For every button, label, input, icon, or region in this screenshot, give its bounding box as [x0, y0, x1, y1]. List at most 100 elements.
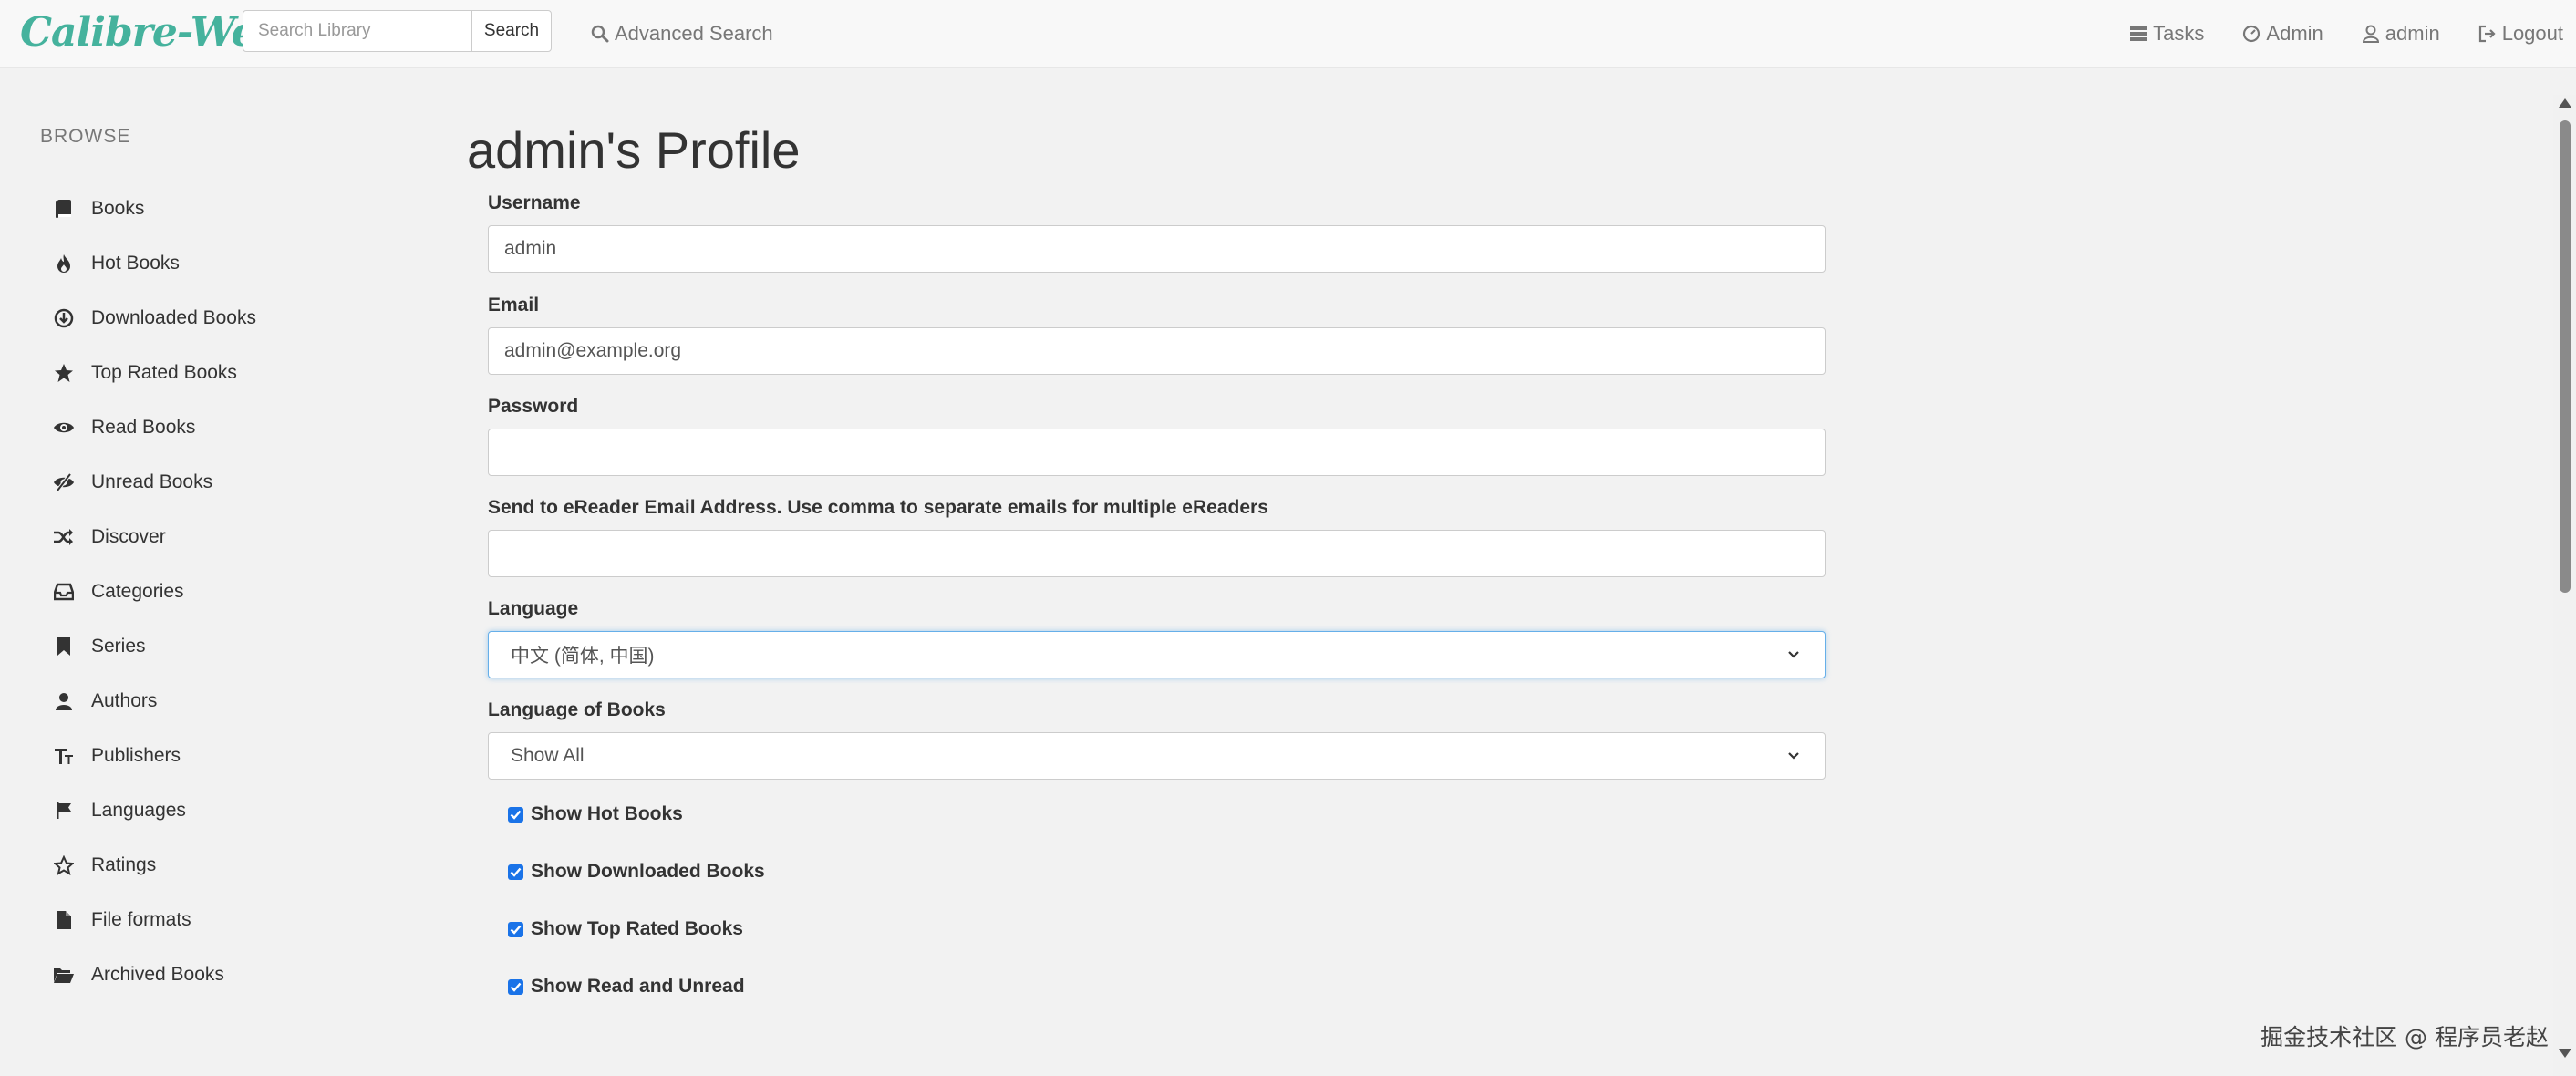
- scroll-up-arrow-icon[interactable]: [2559, 98, 2571, 108]
- checkbox-label: Show Downloaded Books: [531, 861, 765, 882]
- profile-form: admin's Profile Username Email Password …: [467, 69, 2519, 1076]
- sidebar-item-label: Hot Books: [91, 253, 180, 274]
- advanced-search-link[interactable]: Advanced Search: [591, 18, 773, 49]
- sidebar-item-label: Publishers: [91, 745, 181, 766]
- sidebar-item-authors[interactable]: Authors: [53, 674, 256, 729]
- sidebar-item-archived-books[interactable]: Archived Books: [53, 947, 256, 1002]
- show-top-rated-books-checkbox[interactable]: Show Top Rated Books: [508, 916, 743, 942]
- page-scrollbar[interactable]: [2553, 95, 2576, 1076]
- language-label: Language: [488, 598, 579, 619]
- user-label: admin: [2385, 22, 2440, 45]
- inbox-icon: [53, 583, 75, 601]
- sidebar-item-series[interactable]: Series: [53, 619, 256, 674]
- sidebar-item-categories[interactable]: Categories: [53, 564, 256, 619]
- logout-icon: [2478, 25, 2497, 43]
- text-size-icon: [53, 747, 75, 765]
- email-label: Email: [488, 295, 540, 316]
- top-navbar: Calibre-Web Search Advanced Search Tasks…: [0, 0, 2576, 68]
- sidebar-item-downloaded-books[interactable]: Downloaded Books: [53, 291, 256, 346]
- sidebar-item-publishers[interactable]: Publishers: [53, 729, 256, 783]
- dashboard-icon: [2242, 25, 2260, 43]
- folder-open-icon: [53, 966, 75, 984]
- flag-icon: [53, 802, 75, 820]
- sidebar-item-hot-books[interactable]: Hot Books: [53, 236, 256, 291]
- password-field[interactable]: [488, 429, 1826, 476]
- book-language-select-value: Show All: [511, 745, 585, 766]
- chevron-down-icon: [1785, 650, 1803, 659]
- user-icon: [2362, 25, 2380, 43]
- user-profile-link[interactable]: admin: [2362, 22, 2440, 46]
- sidebar-item-top-rated-books[interactable]: Top Rated Books: [53, 346, 256, 400]
- sidebar-item-label: Read Books: [91, 417, 196, 438]
- sidebar-item-discover[interactable]: Discover: [53, 510, 256, 564]
- tasks-label: Tasks: [2153, 22, 2205, 45]
- ereader-email-field[interactable]: [488, 530, 1826, 577]
- sidebar-item-label: Unread Books: [91, 471, 213, 492]
- checkbox-checked-icon[interactable]: [508, 921, 523, 937]
- checkbox-checked-icon[interactable]: [508, 806, 523, 823]
- chevron-down-icon: [1785, 751, 1803, 760]
- sidebar-item-label: Books: [91, 198, 145, 219]
- book-language-label: Language of Books: [488, 699, 666, 720]
- checkbox-checked-icon[interactable]: [508, 864, 523, 880]
- sidebar-item-label: Languages: [91, 800, 186, 821]
- show-read-and-unread-checkbox[interactable]: Show Read and Unread: [508, 974, 745, 999]
- eye-icon: [53, 419, 75, 436]
- checkbox-label: Show Read and Unread: [531, 976, 745, 997]
- scrollbar-thumb[interactable]: [2560, 120, 2571, 593]
- sidebar-item-label: File formats: [91, 909, 191, 930]
- credit-text: 掘金技术社区 @ 程序员老赵: [2260, 1024, 2549, 1050]
- sidebar-item-label: Ratings: [91, 854, 157, 875]
- password-label: Password: [488, 396, 579, 417]
- sidebar-item-label: Discover: [91, 526, 166, 547]
- sidebar-item-languages[interactable]: Languages: [53, 783, 256, 838]
- book-icon: [53, 199, 75, 219]
- sidebar-item-ratings[interactable]: Ratings: [53, 838, 256, 893]
- checkbox-label: Show Hot Books: [531, 803, 683, 824]
- language-select-value: 中文 (简体, 中国): [511, 646, 655, 667]
- show-downloaded-books-checkbox[interactable]: Show Downloaded Books: [508, 859, 765, 885]
- sidebar-item-label: Series: [91, 636, 146, 657]
- scroll-down-arrow-icon[interactable]: [2559, 1049, 2571, 1058]
- shuffle-icon: [53, 528, 75, 546]
- sidebar: BROWSE Books Hot Books Downloaded Books …: [0, 69, 429, 1076]
- file-icon: [53, 910, 75, 930]
- sidebar-item-file-formats[interactable]: File formats: [53, 893, 256, 947]
- logout-link[interactable]: Logout: [2478, 22, 2563, 46]
- download-circle-icon: [53, 308, 75, 328]
- sidebar-item-label: Archived Books: [91, 964, 224, 985]
- username-label: Username: [488, 192, 581, 213]
- email-field[interactable]: [488, 327, 1826, 375]
- sidebar-item-books[interactable]: Books: [53, 181, 256, 236]
- user-icon: [53, 692, 75, 710]
- eye-slash-icon: [53, 472, 75, 492]
- navbar-right: Tasks Admin admin Logout: [2129, 18, 2563, 49]
- bookmark-icon: [53, 636, 75, 657]
- fire-icon: [53, 253, 75, 274]
- sidebar-item-unread-books[interactable]: Unread Books: [53, 455, 256, 510]
- language-select[interactable]: 中文 (简体, 中国): [488, 631, 1826, 678]
- star-icon: [53, 363, 75, 383]
- admin-label: Admin: [2266, 22, 2323, 45]
- sidebar-item-read-books[interactable]: Read Books: [53, 400, 256, 455]
- ereader-email-label: Send to eReader Email Address. Use comma…: [488, 497, 1268, 518]
- show-hot-books-checkbox[interactable]: Show Hot Books: [508, 802, 683, 827]
- book-language-select[interactable]: Show All: [488, 732, 1826, 780]
- checkbox-label: Show Top Rated Books: [531, 918, 743, 939]
- tasks-icon: [2129, 25, 2147, 43]
- username-field[interactable]: [488, 225, 1826, 273]
- checkbox-checked-icon[interactable]: [508, 978, 523, 995]
- sidebar-item-label: Top Rated Books: [91, 362, 237, 383]
- search-button[interactable]: Search: [471, 10, 552, 52]
- tasks-link[interactable]: Tasks: [2129, 22, 2204, 46]
- search-input[interactable]: [243, 10, 472, 52]
- admin-link[interactable]: Admin: [2242, 22, 2323, 46]
- logout-label: Logout: [2501, 22, 2563, 45]
- browse-heading: BROWSE: [40, 126, 131, 147]
- sidebar-item-label: Downloaded Books: [91, 307, 256, 328]
- sidebar-item-label: Categories: [91, 581, 184, 602]
- star-outline-icon: [53, 855, 75, 875]
- page-title: admin's Profile: [467, 121, 801, 179]
- search-icon: [591, 25, 609, 43]
- browse-nav-list: Books Hot Books Downloaded Books Top Rat…: [53, 181, 256, 1002]
